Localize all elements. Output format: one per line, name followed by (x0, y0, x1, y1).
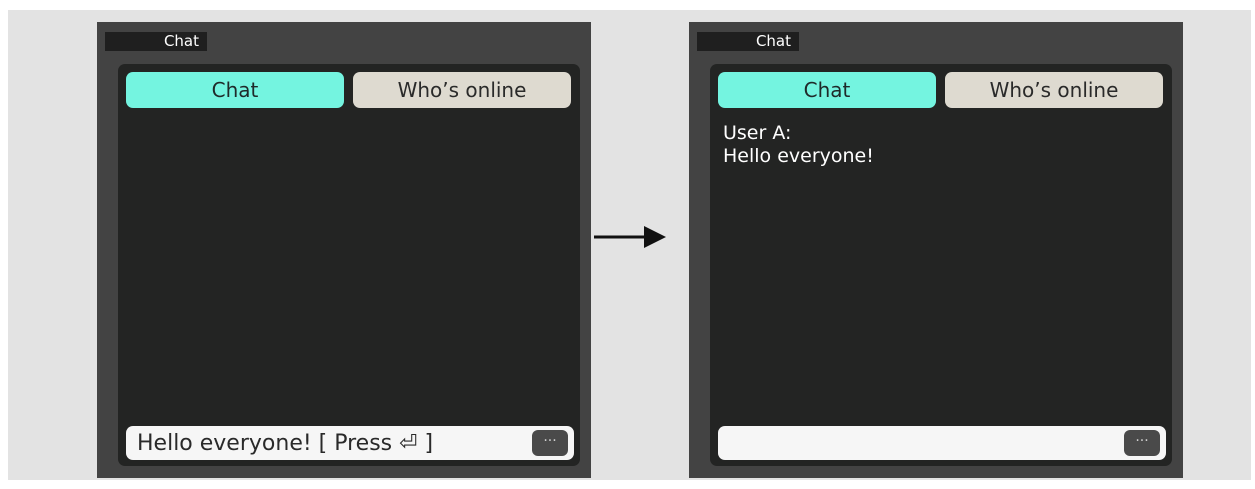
message-list: User A: Hello everyone! (723, 122, 1159, 412)
more-icon: ··· (543, 433, 557, 449)
message-text: Hello everyone! (723, 145, 874, 167)
tab-whos-online[interactable]: Who’s online (945, 72, 1163, 108)
tab-chat[interactable]: Chat (718, 72, 936, 108)
more-button[interactable]: ··· (532, 430, 568, 456)
chat-input[interactable]: ··· (718, 426, 1166, 460)
window-title: Chat (755, 32, 791, 50)
message-list (131, 122, 567, 412)
more-icon: ··· (1135, 433, 1149, 449)
chat-input-value: Hello everyone! [ Press ⏎ ] (137, 431, 434, 456)
window-title: Chat (163, 32, 199, 50)
chat-input[interactable]: Hello everyone! [ Press ⏎ ] ··· (126, 426, 574, 460)
tab-whos-online[interactable]: Who’s online (353, 72, 571, 108)
chat-panel: Chat Who’s online User A: Hello everyone… (710, 64, 1172, 466)
more-button[interactable]: ··· (1124, 430, 1160, 456)
chat-window-before: Chat Chat Who’s online Hello everyone! [… (97, 22, 591, 478)
chat-panel: Chat Who’s online Hello everyone! [ Pres… (118, 64, 580, 466)
arrow-right-icon (594, 226, 666, 248)
message-author: User A: (723, 122, 792, 144)
tab-chat[interactable]: Chat (126, 72, 344, 108)
window-title-tab: Chat (697, 32, 799, 51)
window-title-tab: Chat (105, 32, 207, 51)
chat-window-after: Chat Chat Who’s online User A: Hello eve… (689, 22, 1183, 478)
